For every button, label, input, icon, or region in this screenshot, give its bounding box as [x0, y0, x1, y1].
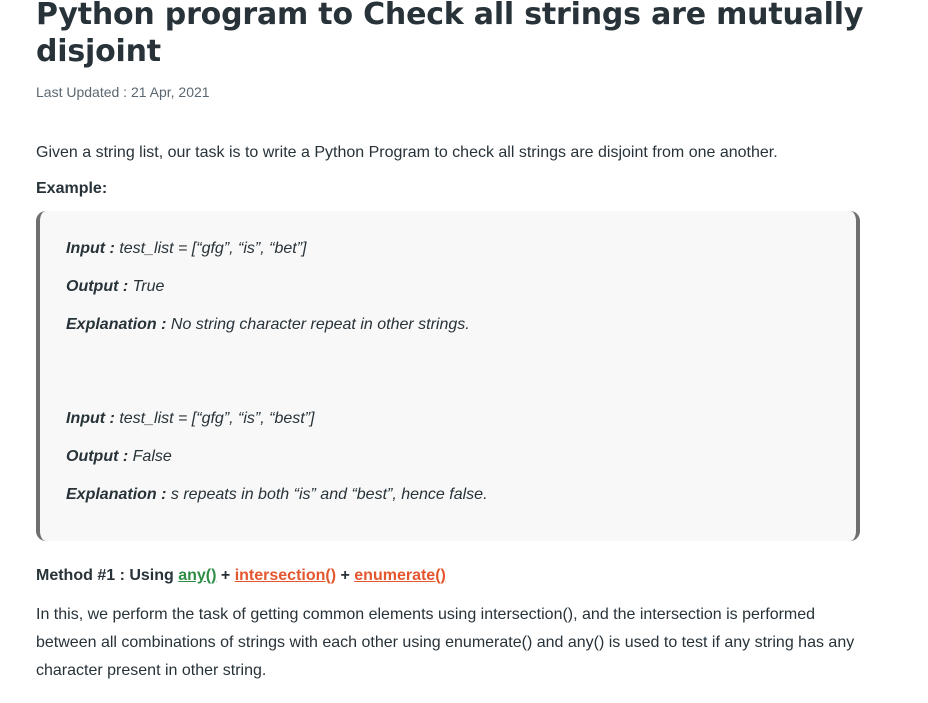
intersection-link[interactable]: intersection(): [235, 567, 336, 584]
output-value: False: [128, 448, 172, 465]
example-2-output: Output : False: [66, 445, 856, 483]
method-prefix: Method #1 : Using: [36, 567, 179, 584]
method-separator: +: [336, 567, 355, 584]
example-1-explanation: Explanation : No string character repeat…: [66, 313, 856, 351]
input-value: test_list = [“gfg”, “is”, “best”]: [114, 410, 315, 427]
explanation-value: No string character repeat in other stri…: [166, 316, 470, 333]
article: Python program to Check all strings are …: [36, 0, 896, 685]
input-label: Input :: [66, 240, 115, 257]
method-description: In this, we perform the task of getting …: [36, 606, 855, 679]
example-label: Example:: [36, 180, 108, 197]
method-heading: Method #1 : Using any() + intersection()…: [36, 567, 896, 585]
example-1-output: Output : True: [66, 275, 856, 313]
input-label: Input :: [66, 410, 115, 427]
example-1-input: Input : test_list = [“gfg”, “is”, “bet”]: [66, 237, 856, 275]
method-separator: +: [216, 567, 235, 584]
output-label: Output :: [66, 278, 129, 295]
enumerate-link[interactable]: enumerate(): [354, 567, 446, 584]
input-value: test_list = [“gfg”, “is”, “bet”]: [114, 240, 307, 257]
output-label: Output :: [66, 448, 129, 465]
explanation-label: Explanation :: [66, 316, 167, 333]
explanation-label: Explanation :: [66, 486, 167, 503]
example-2-explanation: Explanation : s repeats in both “is” and…: [66, 483, 856, 521]
explanation-value: s repeats in both “is” and “best”, hence…: [166, 486, 488, 503]
output-value: True: [128, 278, 165, 295]
page-title: Python program to Check all strings are …: [36, 0, 864, 69]
example-2-input: Input : test_list = [“gfg”, “is”, “best”…: [66, 407, 856, 445]
last-updated: Last Updated : 21 Apr, 2021: [36, 84, 210, 100]
any-link[interactable]: any(): [178, 567, 216, 584]
example-box: Input : test_list = [“gfg”, “is”, “bet”]…: [36, 211, 860, 541]
intro-text: Given a string list, our task is to writ…: [36, 144, 778, 161]
example-spacer: [66, 351, 856, 407]
